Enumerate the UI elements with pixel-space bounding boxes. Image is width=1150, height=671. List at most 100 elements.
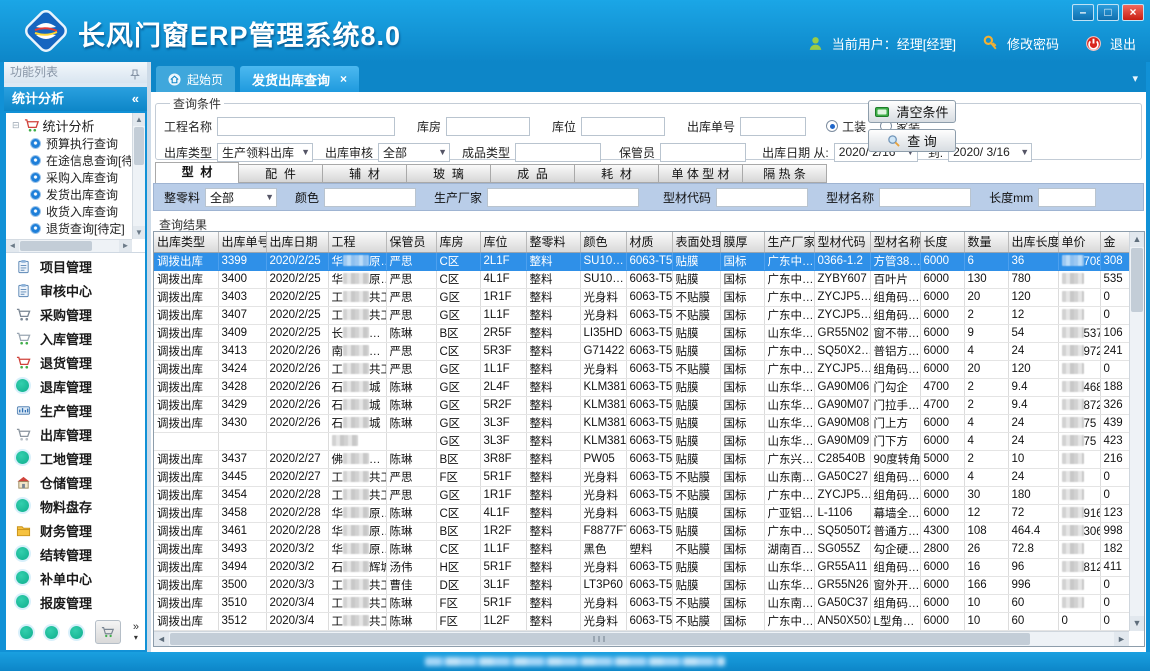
sidebar-item-12[interactable]: 结转管理 [6, 542, 145, 566]
name-input[interactable] [879, 188, 971, 207]
scroll-left-icon[interactable]: ◄ [154, 632, 169, 646]
table-row[interactable]: 调拨出库35002020/3/3工共工程曹佳D区3L1F整料LT3P606063… [154, 576, 1130, 594]
table-row[interactable]: 调拨出库34452020/2/27工共工程严思F区5R1F整料光身料6063-T… [154, 468, 1130, 486]
color-input[interactable] [324, 188, 416, 207]
column-header-18[interactable]: 单价 [1058, 232, 1100, 252]
date-to-select[interactable]: 2020/ 3/16▼ [948, 143, 1032, 162]
scroll-up-icon[interactable]: ▲ [1130, 232, 1144, 247]
tab-close-icon[interactable]: × [340, 72, 347, 86]
tree-expander-icon[interactable]: ⊟ [12, 120, 20, 131]
grid-vscroll-thumb[interactable] [1131, 248, 1143, 312]
table-row[interactable]: 调拨出库34942020/3/2石辉城汤伟H区5R1F整料光身料6063-T5贴… [154, 558, 1130, 576]
table-row[interactable]: 调拨出库34092020/2/25长…陈琳B区2R5F整料LI35HD6063-… [154, 324, 1130, 342]
location-input[interactable] [581, 117, 665, 136]
tree-item-5[interactable]: 退货查询[待定] [8, 220, 131, 237]
column-header-15[interactable]: 长度 [920, 232, 964, 252]
material-tab-0[interactable]: 型 材 [155, 162, 239, 183]
column-header-1[interactable]: 出库单号 [218, 232, 266, 252]
sidebar-item-13[interactable]: 补单中心 [6, 566, 145, 590]
column-header-12[interactable]: 生产厂家 [764, 232, 814, 252]
sidebar-item-5[interactable]: 退库管理 [6, 374, 145, 398]
material-tab-4[interactable]: 成 品 [491, 164, 575, 183]
grid-vertical-scrollbar[interactable]: ▲ ▼ [1129, 232, 1144, 631]
table-row[interactable]: 调拨出库35102020/3/4工共工程陈琳F区5R1F整料光身料6063-T5… [154, 594, 1130, 612]
scroll-down-icon[interactable]: ▼ [133, 226, 145, 239]
grid-hscroll-thumb[interactable] [170, 633, 1030, 645]
column-header-2[interactable]: 出库日期 [266, 232, 328, 252]
pin-icon[interactable] [129, 67, 141, 79]
collapse-icon[interactable]: « [132, 87, 139, 111]
grid-horizontal-scrollbar[interactable]: ◄ ► [154, 631, 1129, 646]
sidebar-item-8[interactable]: 工地管理 [6, 446, 145, 470]
table-row[interactable]: 调拨出库34292020/2/26石城陈琳G区5R2F整料KLM38176063… [154, 396, 1130, 414]
column-header-14[interactable]: 型材名称 [870, 232, 920, 252]
material-tab-7[interactable]: 隔 热 条 [743, 164, 827, 183]
sidebar-item-7[interactable]: 出库管理 [6, 422, 145, 446]
column-header-19[interactable]: 金 [1100, 232, 1130, 252]
module-dot-icon[interactable] [45, 626, 58, 639]
tree-item-3[interactable]: 发货出库查询 [8, 186, 131, 203]
tree-horizontal-scrollbar[interactable]: ◄ ► [6, 239, 132, 252]
tree-item-2[interactable]: 采购入库查询 [8, 169, 131, 186]
sidebar-item-11[interactable]: 财务管理 [6, 518, 145, 542]
close-button[interactable]: × [1122, 4, 1144, 21]
table-row[interactable]: 调拨出库33992020/2/25华原…严思C区2L1F整料SU10…6063-… [154, 252, 1130, 270]
table-row[interactable]: 调拨出库34582020/2/28华原…陈琳C区4L1F整料光身料6063-T5… [154, 504, 1130, 522]
table-row[interactable]: 调拨出库34132020/2/26南…严思C区5R3F整料G714226063-… [154, 342, 1130, 360]
column-header-6[interactable]: 库位 [480, 232, 526, 252]
table-row[interactable]: 调拨出库34372020/2/27佛…陈琳B区3R8F整料PW056063-T5… [154, 450, 1130, 468]
search-button[interactable]: 查 询 [868, 129, 956, 152]
column-header-9[interactable]: 材质 [626, 232, 672, 252]
out-type-select[interactable]: 生产领料出库▼ [217, 143, 313, 162]
material-tab-5[interactable]: 耗 材 [575, 164, 659, 183]
scroll-right-icon[interactable]: ► [1114, 632, 1129, 646]
maker-input[interactable] [487, 188, 639, 207]
tree-hscroll-thumb[interactable] [20, 241, 92, 251]
whole-select[interactable]: 全部▼ [205, 188, 277, 207]
table-row[interactable]: 调拨出库34302020/2/26石城陈琳G区3L3F整料KLM38176063… [154, 414, 1130, 432]
column-header-8[interactable]: 颜色 [580, 232, 626, 252]
table-row[interactable]: 调拨出库34242020/2/26工共工程严思G区1L1F整料光身料6063-T… [154, 360, 1130, 378]
table-row[interactable]: 调拨出库34032020/2/25工共工程严思G区1R1F整料光身料6063-T… [154, 288, 1130, 306]
scroll-left-icon[interactable]: ◄ [6, 240, 19, 252]
sidebar-item-9[interactable]: 仓储管理 [6, 470, 145, 494]
column-header-7[interactable]: 整零料 [526, 232, 580, 252]
tree-vertical-scrollbar[interactable]: ▲ ▼ [132, 113, 145, 239]
column-header-10[interactable]: 表面处理 [672, 232, 720, 252]
table-row[interactable]: 调拨出库34282020/2/26石城陈琳G区2L4F整料KLM38176063… [154, 378, 1130, 396]
material-tab-6[interactable]: 单 体 型 材 [659, 164, 743, 183]
column-header-16[interactable]: 数量 [964, 232, 1008, 252]
order-no-input[interactable] [740, 117, 806, 136]
sidebar-item-3[interactable]: 入库管理 [6, 326, 145, 350]
column-header-4[interactable]: 保管员 [386, 232, 436, 252]
tab-home[interactable]: 起始页 [156, 66, 235, 92]
sidebar-item-10[interactable]: 物料盘存 [6, 494, 145, 518]
sidebar-item-4[interactable]: 退货管理 [6, 350, 145, 374]
sidebar-item-0[interactable]: 项目管理 [6, 254, 145, 278]
logout-link[interactable]: 退出 [1110, 34, 1136, 53]
radio-work[interactable]: 工装 [826, 118, 866, 135]
tree-vscroll-thumb[interactable] [134, 127, 144, 165]
length-input[interactable] [1038, 188, 1096, 207]
table-row[interactable]: 调拨出库35122020/3/4工共工程陈琳F区1L2F整料光身料6063-T5… [154, 612, 1130, 630]
column-header-5[interactable]: 库房 [436, 232, 480, 252]
keeper-input[interactable] [660, 143, 746, 162]
table-row[interactable]: G区3L3F整料KLM38176063-T5贴膜国标山东华…GA90M09…门下… [154, 432, 1130, 450]
tree-item-0[interactable]: 预算执行查询 [8, 135, 131, 152]
column-header-11[interactable]: 膜厚 [720, 232, 764, 252]
column-header-13[interactable]: 型材代码 [814, 232, 870, 252]
room-input[interactable] [446, 117, 530, 136]
table-row[interactable]: 调拨出库34932020/3/2华原…陈琳C区1L1F整料黑色塑料不贴膜国标湖南… [154, 540, 1130, 558]
minimize-button[interactable]: – [1072, 4, 1094, 21]
tree-item-4[interactable]: 收货入库查询 [8, 203, 131, 220]
tree-item-1[interactable]: 在途信息查询[待 [8, 152, 131, 169]
table-row[interactable]: 调拨出库34002020/2/25华原…严思C区4L1F整料SU10…6063-… [154, 270, 1130, 288]
module-dot-icon[interactable] [20, 626, 33, 639]
stats-section-header[interactable]: 统计分析 « [4, 87, 147, 111]
table-row[interactable]: 调拨出库34612020/2/28华原…陈琳B区1R2F整料F8877FT606… [154, 522, 1130, 540]
material-tab-3[interactable]: 玻 璃 [407, 164, 491, 183]
material-tab-2[interactable]: 辅 材 [323, 164, 407, 183]
clear-conditions-button[interactable]: 清空条件 [868, 100, 956, 123]
scroll-down-icon[interactable]: ▼ [1130, 616, 1144, 631]
change-password-link[interactable]: 修改密码 [1007, 34, 1059, 53]
